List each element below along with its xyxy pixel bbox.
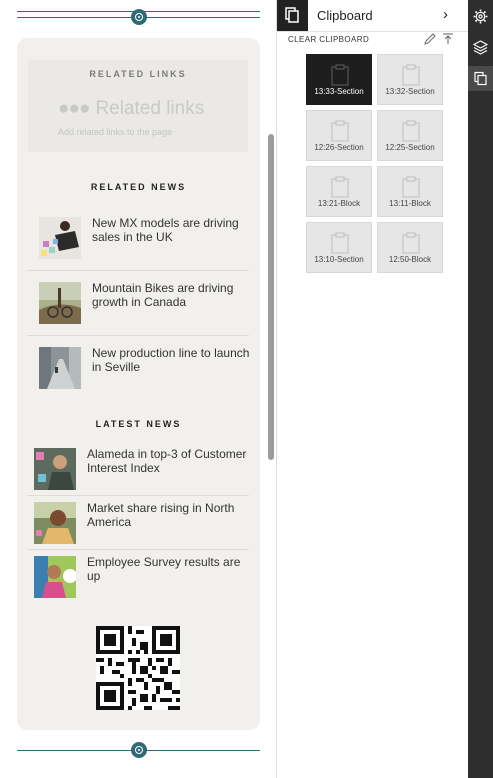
divider-line [27,335,249,336]
clipboard-icon [402,120,420,142]
right-toolbar [468,0,493,778]
clipboard-icon [277,0,308,31]
divider-line [27,549,249,550]
latest-news-title: LATEST NEWS [95,419,182,429]
clipboard-item[interactable]: 13:33-Section [306,54,372,105]
clipboard-icon [402,176,420,198]
clipboard-item-label: 12:26-Section [314,143,364,152]
clipboard-item[interactable]: 12:50-Block [377,222,443,273]
clipboard-item-label: 13:32-Section [385,87,435,96]
related-news-title: RELATED NEWS [90,182,187,192]
clipboard-icon [331,176,349,198]
clipboard-item-label: 12:50-Block [388,255,432,264]
clipboard-item-label: 12:25-Section [385,143,435,152]
latest-news-text[interactable]: Alameda in top-3 of Customer Interest In… [87,447,252,475]
sidebar-panel: RELATED LINKS ●●● Related links Add relat… [17,38,260,730]
layers-button[interactable] [468,35,493,60]
qr-code-icon[interactable] [96,626,180,710]
section-divider-top[interactable] [17,5,260,31]
section-divider-bottom[interactable] [17,740,260,766]
related-links-title: RELATED LINKS [89,69,187,79]
news-thumbnail-icon [39,217,81,259]
clipboard-item[interactable]: 12:26-Section [306,110,372,161]
page-canvas: RELATED LINKS ●●● Related links Add relat… [0,0,276,778]
related-links-hint: Add related links to the page [58,127,173,137]
latest-news-item[interactable]: Employee Survey results are up [34,555,246,618]
clipboard-icon [402,232,420,254]
clipboard-item[interactable]: 13:21-Block [306,166,372,217]
clipboard-header[interactable]: Clipboard › [277,0,469,32]
related-news-text[interactable]: Mountain Bikes are driving growth in Can… [92,281,252,309]
clipboard-item[interactable]: 13:32-Section [377,54,443,105]
news-thumbnail-icon [34,556,76,598]
clipboard-title: Clipboard [317,8,373,23]
move-to-top-icon[interactable] [441,32,455,46]
settings-button[interactable] [468,4,493,29]
clipboard-item-label: 13:10-Section [314,255,364,264]
news-thumbnail-icon [39,282,81,324]
clipboard-item[interactable]: 13:11-Block [377,166,443,217]
related-links-placeholder-text: Related links [95,98,205,119]
clipboard-copy-icon [474,71,487,86]
clipboard-item-label: 13:33-Section [314,87,364,96]
clipboard-icon [331,64,349,86]
clipboard-button[interactable] [468,66,493,91]
clipboard-panel: Clipboard › CLEAR CLIPBOARD 13:33-Sectio… [276,0,469,778]
latest-news-text[interactable]: Market share rising in North America [87,501,252,529]
news-thumbnail-icon [34,502,76,544]
gear-icon [473,9,488,24]
news-thumbnail-icon [34,448,76,490]
related-news-item[interactable]: New production line to launch in Seville [39,346,252,409]
clipboard-icon [331,232,349,254]
divider-handle-icon[interactable] [130,9,147,25]
clipboard-item-label: 13:21-Block [317,199,361,208]
clipboard-item-label: 13:11-Block [389,199,431,208]
related-news-text[interactable]: New MX models are driving sales in the U… [92,216,252,244]
clipboard-icon [331,120,349,142]
pencil-icon[interactable] [423,32,437,46]
news-thumbnail-icon [39,347,81,389]
divider-handle-icon[interactable] [130,742,147,758]
scrollbar-thumb[interactable] [268,134,274,460]
related-links-placeholder[interactable]: RELATED LINKS ●●● Related links Add relat… [28,60,248,152]
latest-news-text[interactable]: Employee Survey results are up [87,555,252,583]
clipboard-icon [402,64,420,86]
divider-line [27,270,249,271]
chevron-right-icon[interactable]: › [443,6,448,23]
related-news-text[interactable]: New production line to launch in Seville [92,346,252,374]
more-dots-icon: ●●● [58,98,90,119]
clear-clipboard-button[interactable]: CLEAR CLIPBOARD [288,35,369,44]
divider-line [27,495,249,496]
layers-icon [473,40,488,55]
clipboard-item[interactable]: 13:10-Section [306,222,372,273]
clipboard-item[interactable]: 12:25-Section [377,110,443,161]
